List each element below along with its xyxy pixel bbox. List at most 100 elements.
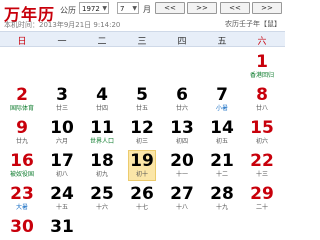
day-cell[interactable]: 28 十九 bbox=[202, 185, 242, 212]
day-cell[interactable]: 30 bbox=[2, 218, 42, 237]
day-number: 19 bbox=[130, 151, 154, 171]
lunar-label: 初十 bbox=[135, 171, 148, 178]
day-cell[interactable]: 2 国际体育 bbox=[2, 86, 42, 113]
day-number: 22 bbox=[250, 151, 274, 171]
lunar-label: 廿八 bbox=[255, 105, 268, 112]
lunar-label: 十三 bbox=[255, 171, 268, 178]
lunar-label: 世界人口 bbox=[89, 138, 114, 145]
day-number: 5 bbox=[136, 85, 148, 105]
day-cell[interactable]: 1 香港回归 bbox=[242, 53, 282, 80]
weekday-tue: 二 bbox=[97, 37, 107, 47]
current-time-value: 2013年9月21日 9:14:20 bbox=[39, 21, 121, 29]
day-number: 25 bbox=[90, 184, 114, 204]
month-label: 月 bbox=[143, 5, 151, 14]
lunar-label: 小暑 bbox=[215, 105, 228, 112]
weekday-sun: 日 bbox=[17, 37, 27, 47]
lunar-label: 廿九 bbox=[15, 138, 28, 145]
day-number: 16 bbox=[10, 151, 34, 171]
lunar-label: 初九 bbox=[95, 171, 108, 178]
weekday-sat: 六 bbox=[257, 37, 267, 47]
month-select[interactable]: 7 ▼ bbox=[117, 2, 139, 14]
lunar-label: 二十 bbox=[255, 204, 268, 211]
next-month-button[interactable]: >> bbox=[252, 2, 282, 14]
lunar-label: 十七 bbox=[135, 204, 148, 211]
day-number: 27 bbox=[170, 184, 194, 204]
lunar-label: 十八 bbox=[175, 204, 188, 211]
current-time-prefix: 本机时间： bbox=[4, 21, 39, 29]
weekday-mon: 一 bbox=[57, 37, 67, 47]
chevron-down-icon: ▼ bbox=[102, 5, 107, 12]
weekday-header: 日 一 二 三 四 五 六 bbox=[0, 31, 285, 47]
lunar-label: 十五 bbox=[55, 204, 68, 211]
day-cell[interactable]: 29 二十 bbox=[242, 185, 282, 212]
day-cell[interactable]: 10 六月 bbox=[42, 119, 82, 146]
lunar-label: 初六 bbox=[255, 138, 268, 145]
next-year-button[interactable]: >> bbox=[187, 2, 217, 14]
day-number: 4 bbox=[96, 85, 108, 105]
prev-year-button[interactable]: << bbox=[155, 2, 185, 14]
month-select-value: 7 bbox=[120, 5, 125, 13]
day-number: 11 bbox=[90, 118, 114, 138]
lunar-label: 廿四 bbox=[95, 105, 108, 112]
lunar-label: 香港回归 bbox=[249, 72, 274, 79]
day-cell[interactable]: 12 初三 bbox=[122, 119, 162, 146]
day-cell[interactable]: 3 廿三 bbox=[42, 86, 82, 113]
day-cell[interactable]: 13 初四 bbox=[162, 119, 202, 146]
lunar-label: 廿六 bbox=[175, 105, 188, 112]
day-number: 24 bbox=[50, 184, 74, 204]
day-cell[interactable]: 24 十五 bbox=[42, 185, 82, 212]
day-number: 23 bbox=[10, 184, 34, 204]
day-cell[interactable]: 17 初八 bbox=[42, 152, 82, 179]
lunar-label: 国际体育 bbox=[9, 105, 34, 112]
calendar-label: 公历 bbox=[60, 6, 76, 15]
day-cell[interactable]: 9 廿九 bbox=[2, 119, 42, 146]
day-cell[interactable]: 22 十三 bbox=[242, 152, 282, 179]
lunar-label: 十六 bbox=[95, 204, 108, 211]
current-time: 本机时间：2013年9月21日 9:14:20 bbox=[4, 20, 120, 30]
day-cell[interactable]: 14 初五 bbox=[202, 119, 242, 146]
day-cell[interactable]: 11 世界人口 bbox=[82, 119, 122, 146]
lunar-label: 廿三 bbox=[55, 105, 68, 112]
day-cell[interactable]: 31 bbox=[42, 218, 82, 237]
day-cell[interactable]: 8 廿八 bbox=[242, 86, 282, 113]
chevron-down-icon: ▼ bbox=[132, 5, 137, 12]
day-cell[interactable]: 26 十七 bbox=[122, 185, 162, 212]
lunar-label: 大暑 bbox=[15, 204, 28, 211]
day-number: 29 bbox=[250, 184, 274, 204]
day-number: 7 bbox=[216, 85, 228, 105]
day-number: 8 bbox=[256, 85, 268, 105]
prev-month-button[interactable]: << bbox=[220, 2, 250, 14]
lunar-label: 初四 bbox=[175, 138, 188, 145]
day-number: 14 bbox=[210, 118, 234, 138]
lunar-label: 十一 bbox=[175, 171, 188, 178]
day-number: 15 bbox=[250, 118, 274, 138]
day-number: 12 bbox=[130, 118, 154, 138]
day-number: 28 bbox=[210, 184, 234, 204]
day-cell[interactable]: 23 大暑 bbox=[2, 185, 42, 212]
day-cell[interactable]: 5 廿五 bbox=[122, 86, 162, 113]
lunar-label: 初五 bbox=[215, 138, 228, 145]
day-cell[interactable]: 25 十六 bbox=[82, 185, 122, 212]
day-cell[interactable]: 16 被奴役国 bbox=[2, 152, 42, 179]
day-cell[interactable]: 21 十二 bbox=[202, 152, 242, 179]
year-select[interactable]: 1972 ▼ bbox=[79, 2, 109, 14]
day-cell[interactable]: 18 初九 bbox=[82, 152, 122, 179]
day-cell[interactable]: 7 小暑 bbox=[202, 86, 242, 113]
day-cell[interactable]: 4 廿四 bbox=[82, 86, 122, 113]
day-number: 18 bbox=[90, 151, 114, 171]
day-cell[interactable]: 15 初六 bbox=[242, 119, 282, 146]
day-number: 21 bbox=[210, 151, 234, 171]
weekday-fri: 五 bbox=[217, 37, 227, 47]
day-number: 31 bbox=[50, 217, 74, 237]
weekday-wed: 三 bbox=[137, 37, 147, 47]
day-cell[interactable]: 27 十八 bbox=[162, 185, 202, 212]
lunar-label: 初八 bbox=[55, 171, 68, 178]
day-number: 9 bbox=[16, 118, 28, 138]
day-cell[interactable]: 19 初十 bbox=[122, 152, 162, 179]
lunar-label: 廿五 bbox=[135, 105, 148, 112]
day-number: 26 bbox=[130, 184, 154, 204]
day-number: 10 bbox=[50, 118, 74, 138]
day-number: 1 bbox=[256, 52, 268, 72]
day-cell[interactable]: 6 廿六 bbox=[162, 86, 202, 113]
day-cell[interactable]: 20 十一 bbox=[162, 152, 202, 179]
